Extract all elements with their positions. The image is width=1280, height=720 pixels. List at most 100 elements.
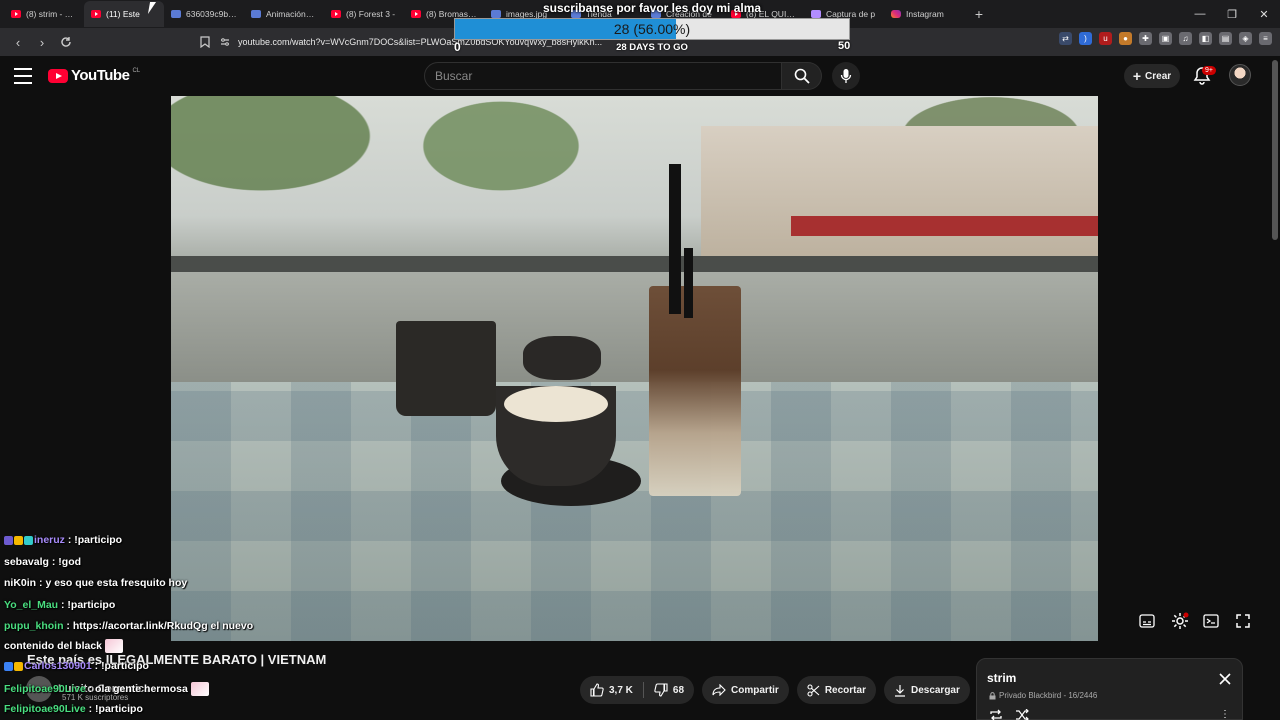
page-scrollbar[interactable] xyxy=(1272,60,1278,240)
shield-icon[interactable]: ◈ xyxy=(1239,32,1252,45)
menu-icon[interactable]: ≡ xyxy=(1259,32,1272,45)
video-frame-straw xyxy=(669,164,681,314)
chat-badge-icon xyxy=(4,535,13,545)
playlist-title[interactable]: strim xyxy=(987,671,1016,685)
user-avatar[interactable] xyxy=(1229,64,1251,86)
screenshot-icon[interactable]: ▣ xyxy=(1159,32,1172,45)
reload-button[interactable] xyxy=(54,30,78,54)
logo-text: YouTube xyxy=(71,67,130,84)
chat-badge-icon xyxy=(24,535,33,545)
download-label: Descargar xyxy=(910,684,960,696)
like-dislike-group: 3,7 K 68 xyxy=(580,676,695,704)
subtitles-icon[interactable] xyxy=(1139,614,1155,628)
playlist-meta-text: Privado Blackbird - 16/2446 xyxy=(999,691,1098,700)
music-icon[interactable]: ♫ xyxy=(1179,32,1192,45)
clip-button[interactable]: Recortar xyxy=(796,676,876,704)
browser-tab[interactable]: (8) strim - You xyxy=(4,1,84,27)
microphone-icon xyxy=(840,69,852,83)
youtube-play-icon xyxy=(48,68,68,83)
chat-badge-icon xyxy=(4,661,13,671)
browser-tab[interactable]: Animación_Fr xyxy=(244,1,324,27)
search-input[interactable]: Buscar xyxy=(424,62,782,90)
chat-username[interactable]: ineruz xyxy=(34,534,65,546)
extension-icon[interactable]: ● xyxy=(1119,32,1132,45)
new-tab-button[interactable]: + xyxy=(968,3,990,25)
wallet-icon[interactable]: ▤ xyxy=(1219,32,1232,45)
goal-days: 28 DAYS TO GO xyxy=(616,42,688,53)
chat-username[interactable]: niK0in xyxy=(4,577,36,589)
close-window-button[interactable]: ✕ xyxy=(1248,0,1280,28)
chat-username[interactable]: Felipitoae90Live xyxy=(4,703,86,715)
notification-count-badge: 9+ xyxy=(1202,66,1216,75)
dislike-button[interactable]: 68 xyxy=(644,676,694,704)
browser-tab-label: (8) Forest 3 - xyxy=(346,9,396,19)
site-settings-icon[interactable] xyxy=(220,37,230,47)
chat-separator: : xyxy=(85,682,96,695)
chat-username[interactable]: pupu_khoin xyxy=(4,620,64,632)
settings-gear-icon[interactable] xyxy=(1171,612,1189,630)
search-button[interactable] xyxy=(782,62,822,90)
youtube-logo[interactable]: YouTube CL xyxy=(48,67,140,84)
hamburger-menu-icon[interactable] xyxy=(14,68,32,84)
chat-message: niK0in : y eso que esta fresquito hoy xyxy=(4,577,187,589)
youtube-icon xyxy=(91,10,101,18)
miniplayer-icon[interactable] xyxy=(1203,614,1219,628)
chat-text: !participo xyxy=(101,660,149,672)
generic-page-icon xyxy=(171,10,181,18)
back-button[interactable]: ‹ xyxy=(6,30,30,54)
like-button[interactable]: 3,7 K xyxy=(580,676,643,704)
broadcast-icon[interactable]: ) xyxy=(1079,32,1092,45)
chat-message: Carlos130901 : !participo xyxy=(4,660,149,672)
forward-button[interactable]: › xyxy=(30,30,54,54)
puzzle-icon[interactable]: ✚ xyxy=(1139,32,1152,45)
browser-tab[interactable]: (8) Forest 3 - xyxy=(324,1,404,27)
sidebar-icon[interactable]: ◧ xyxy=(1199,32,1212,45)
chat-message: sebavalg : !god xyxy=(4,556,81,568)
chat-emote-icon xyxy=(105,639,124,653)
share-button[interactable]: Compartir xyxy=(702,676,789,704)
translate-icon[interactable]: ⇄ xyxy=(1059,32,1072,45)
browser-tab[interactable]: Instagram xyxy=(884,1,964,27)
thumbs-up-icon xyxy=(590,683,604,697)
browser-tab-label: Instagram xyxy=(906,9,944,19)
youtube-icon xyxy=(11,10,21,18)
download-button[interactable]: Descargar xyxy=(883,676,970,704)
video-player[interactable] xyxy=(171,96,1098,641)
chat-message: Felipitoae90Live : !participo xyxy=(4,703,143,715)
chat-message: contenido del black xyxy=(4,639,124,653)
chat-username[interactable]: Carlos130901 xyxy=(24,660,92,672)
voice-search-button[interactable] xyxy=(832,62,860,90)
video-frame-ashtray xyxy=(523,336,601,380)
browser-tab-label: (8) strim - You xyxy=(26,9,77,19)
chat-text: !participo xyxy=(95,703,143,715)
chat-text: y eso que esta fresquito hoy xyxy=(45,577,188,589)
create-button[interactable]: + Crear xyxy=(1124,64,1180,88)
chat-text: https://acortar.link/RkudQg el nuevo xyxy=(72,620,254,632)
minimize-button[interactable]: — xyxy=(1184,0,1216,28)
thumbs-down-icon xyxy=(654,683,668,697)
instagram-icon xyxy=(891,10,901,18)
browser-tab[interactable]: 636039c9b36 xyxy=(164,1,244,27)
shuffle-icon[interactable] xyxy=(1015,709,1029,720)
chat-text: ola gente hermosa xyxy=(95,682,188,695)
clip-label: Recortar xyxy=(824,684,866,696)
goal-title: suscribanse por favor les doy mi alma xyxy=(542,1,762,15)
share-label: Compartir xyxy=(731,684,779,696)
video-frame-iced-coffee xyxy=(649,286,741,496)
close-icon[interactable] xyxy=(1218,672,1232,686)
fullscreen-icon[interactable] xyxy=(1236,614,1250,628)
chat-username[interactable]: sebavalg xyxy=(4,556,49,568)
playlist-menu-icon[interactable]: ⋮ xyxy=(1220,709,1230,720)
loop-icon[interactable] xyxy=(989,709,1003,720)
chat-separator: : xyxy=(48,556,59,568)
bookmark-button[interactable] xyxy=(193,30,217,54)
chat-username[interactable]: Felipitoae90Live xyxy=(4,683,86,695)
chat-text: contenido del black xyxy=(4,639,103,652)
chat-badge-icon xyxy=(14,535,23,545)
search-icon xyxy=(794,68,810,84)
playlist-panel: strim Privado Blackbird - 16/2446 ⋮ xyxy=(976,658,1243,720)
ublock-icon[interactable]: u xyxy=(1099,32,1112,45)
like-count: 3,7 K xyxy=(609,684,633,696)
maximize-button[interactable]: ❐ xyxy=(1216,0,1248,28)
chat-username[interactable]: Yo_el_Mau xyxy=(4,599,58,611)
